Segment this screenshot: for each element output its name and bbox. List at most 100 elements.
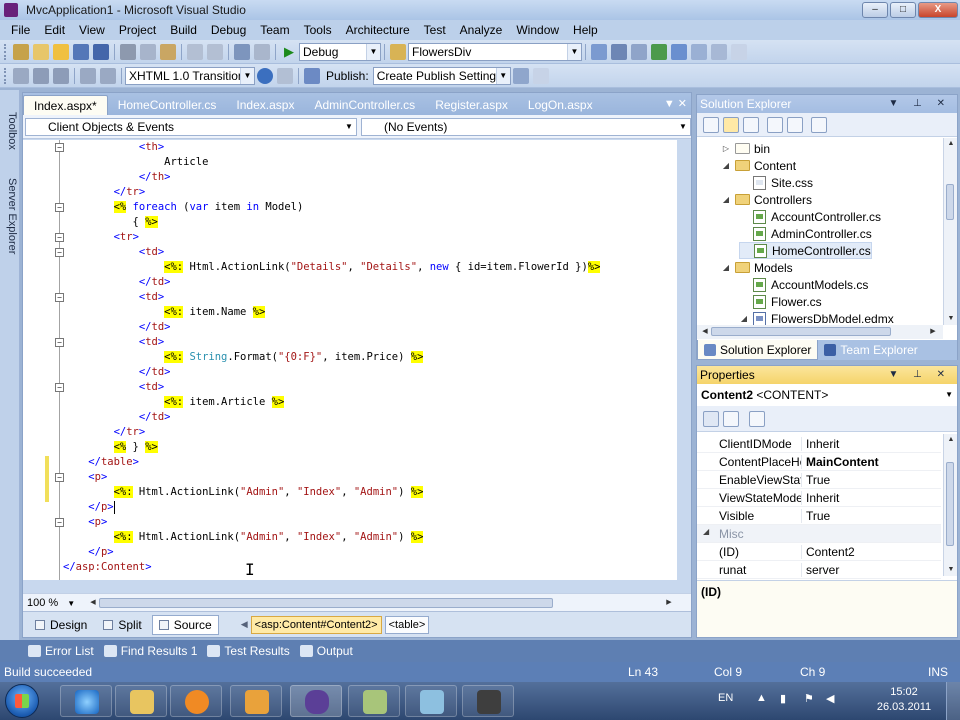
minimize-button[interactable]: – [862,2,888,18]
tree-item[interactable]: AccountModels.cs [739,276,868,293]
property-value[interactable]: MainContent [801,454,941,469]
tab-output[interactable]: Output [299,644,353,658]
save-all-icon[interactable] [93,43,109,60]
tab-homecontroller-cs[interactable]: HomeController.cs [108,95,227,115]
find-in-files-icon[interactable] [390,43,406,60]
menu-debug[interactable]: Debug [204,23,253,37]
tree-item[interactable]: ◢ Controllers [721,191,812,208]
view-code-icon[interactable] [767,116,783,133]
refresh-icon[interactable] [743,116,759,133]
property-row[interactable]: Visible True [697,507,941,525]
tree-item[interactable]: HomeController.cs [739,242,872,259]
scroll-left-icon[interactable]: ◀ [87,597,99,609]
paste-icon[interactable] [160,43,176,60]
property-value[interactable]: Content2 [801,544,941,559]
network-icon[interactable]: ▮ [780,692,786,705]
design-view-button[interactable]: Design [29,615,93,635]
expand-icon[interactable]: ▷ [721,144,731,153]
tree-item[interactable]: AccountController.cs [739,208,881,225]
taskbar-camtasia[interactable] [462,685,514,717]
scroll-down-icon[interactable]: ▼ [945,313,957,325]
menu-project[interactable]: Project [112,23,163,37]
property-value[interactable]: True [801,508,941,523]
scroll-right-icon[interactable]: ▶ [663,597,675,609]
collapse-icon[interactable]: ◢ [721,263,731,272]
tab-test-results[interactable]: Test Results [207,644,290,658]
menu-file[interactable]: File [4,23,37,37]
format-selection-icon[interactable] [13,67,29,84]
property-pages-icon[interactable] [749,410,765,427]
taskbar-visual-studio[interactable] [290,685,342,717]
add-item-icon[interactable] [33,43,49,60]
alphabetical-icon[interactable] [723,410,739,427]
collapse-icon[interactable]: ◢ [703,527,709,536]
show-all-files-icon[interactable] [723,116,739,133]
server-explorer-tab[interactable]: Server Explorer [2,178,18,254]
toolbar-options-icon[interactable] [532,67,549,84]
indent-icon[interactable] [33,67,49,84]
tab-logon-aspx[interactable]: LogOn.aspx [518,95,603,115]
menu-view[interactable]: View [72,23,112,37]
properties-vertical-scrollbar[interactable]: ▲ ▼ [943,434,957,576]
menu-window[interactable]: Window [509,23,566,37]
property-value[interactable]: Inherit [801,490,941,505]
outdent-icon[interactable] [53,67,69,84]
source-view-button[interactable]: Source [151,614,219,635]
publish-settings-select[interactable]: Create Publish Settings ▼ [372,66,511,85]
maximize-button[interactable]: □ [890,2,916,18]
menu-edit[interactable]: Edit [37,23,72,37]
tab-error-list[interactable]: Error List [28,644,94,658]
menu-build[interactable]: Build [163,23,204,37]
tag-scroll-left-icon[interactable]: ◀ [241,619,248,630]
tree-item[interactable]: ◢ Models [721,259,793,276]
property-row[interactable]: EnableViewStateTrue [697,471,941,489]
taskbar-outlook[interactable] [230,685,282,717]
comment-icon[interactable] [80,67,96,84]
zoom-select[interactable]: 100 % ▼ [27,596,87,610]
property-row[interactable]: ClientIDMode Inherit [697,435,941,453]
start-button[interactable] [5,684,39,718]
tree-item[interactable]: AdminController.cs [739,225,872,242]
navigate-backward-icon[interactable] [234,43,250,60]
show-desktop-button[interactable] [946,682,960,720]
check-accessibility-icon[interactable] [257,67,273,84]
toolbar-grip[interactable] [4,67,7,84]
uncomment-icon[interactable] [100,67,116,84]
language-indicator[interactable]: EN [718,692,733,704]
taskbar-internet-explorer[interactable] [60,685,112,717]
save-icon[interactable] [73,43,89,60]
scrollbar-thumb[interactable] [946,184,954,220]
panel-controls-icon[interactable]: ▼ ⊥ ✕ [888,95,951,113]
find-combo[interactable]: FlowersDiv ▼ [408,42,582,61]
tab-find-results[interactable]: Find Results 1 [103,644,197,658]
menu-tools[interactable]: Tools [297,23,339,37]
categorized-icon[interactable] [703,410,719,427]
property-value[interactable]: Inherit [801,436,941,451]
menu-analyze[interactable]: Analyze [453,23,510,37]
property-value[interactable]: server [801,562,941,577]
tab-team-explorer[interactable]: Team Explorer [818,340,923,360]
view-designer-icon[interactable] [787,116,803,133]
publish-icon[interactable] [304,67,320,84]
scrollbar-thumb[interactable] [946,462,954,546]
property-row[interactable]: runat server [697,561,941,579]
toolbar-grip[interactable] [4,43,7,60]
solution-configuration-select[interactable]: Debug ▼ [299,42,381,61]
tab-index-aspx-modified[interactable]: Index.aspx* [23,95,108,115]
undo-icon[interactable] [187,43,203,60]
collapse-icon[interactable]: ◢ [721,161,731,170]
start-debugging-icon[interactable]: ▶ [281,44,297,60]
taskbar-app[interactable] [348,685,400,717]
publish-web-icon[interactable] [512,67,529,84]
tree-item[interactable]: ◢ Content [721,157,796,174]
toolbox-icon[interactable] [671,43,687,60]
scroll-up-icon[interactable]: ▲ [945,138,957,150]
properties-icon[interactable] [703,116,719,133]
validation-schema-select[interactable]: XHTML 1.0 Transition ▼ [125,66,255,85]
property-row[interactable]: ViewStateMode Inherit [697,489,941,507]
horizontal-scrollbar-thumb[interactable] [99,598,553,608]
toolbar-options-icon[interactable] [731,43,747,60]
system-clock[interactable]: 15:02 26.03.2011 [874,685,934,715]
property-value[interactable]: True [801,472,941,487]
tab-index-aspx[interactable]: Index.aspx [226,95,304,115]
